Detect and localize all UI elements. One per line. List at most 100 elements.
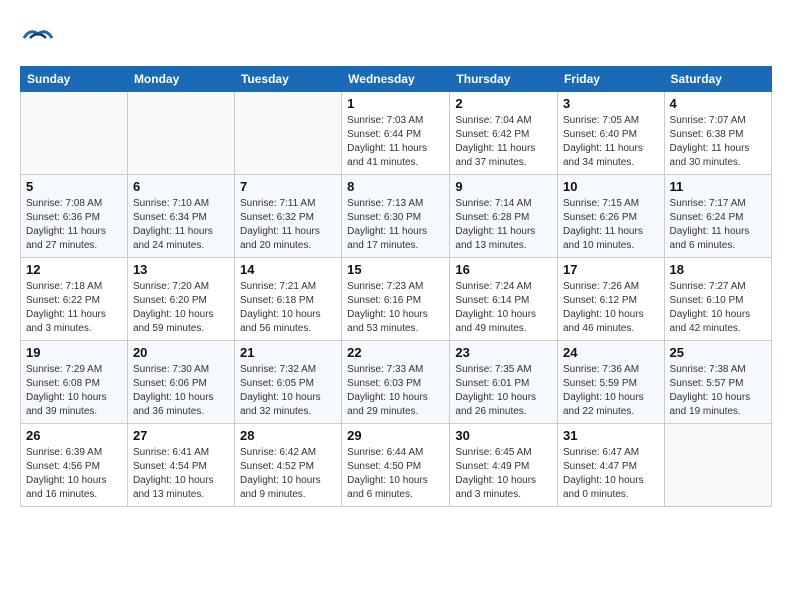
day-info: Sunrise: 7:38 AMSunset: 5:57 PMDaylight:… [670, 363, 766, 419]
day-info: Sunrise: 7:24 AMSunset: 6:14 PMDaylight:… [455, 280, 552, 336]
day-info: Sunrise: 7:27 AMSunset: 6:10 PMDaylight:… [670, 280, 766, 336]
day-number: 9 [455, 179, 552, 194]
day-number: 21 [240, 345, 336, 360]
day-number: 19 [26, 345, 122, 360]
day-info: Sunrise: 7:10 AMSunset: 6:34 PMDaylight:… [133, 197, 229, 253]
calendar-cell: 24 Sunrise: 7:36 AMSunset: 5:59 PMDayligh… [557, 341, 664, 424]
calendar-cell: 9 Sunrise: 7:14 AMSunset: 6:28 PMDaylight… [450, 175, 558, 258]
calendar-week-3: 12 Sunrise: 7:18 AMSunset: 6:22 PMDayligh… [21, 258, 772, 341]
weekday-header-thursday: Thursday [450, 67, 558, 92]
day-info: Sunrise: 7:32 AMSunset: 6:05 PMDaylight:… [240, 363, 336, 419]
day-number: 3 [563, 96, 659, 111]
day-info: Sunrise: 7:17 AMSunset: 6:24 PMDaylight:… [670, 197, 766, 253]
calendar-cell: 23 Sunrise: 7:35 AMSunset: 6:01 PMDayligh… [450, 341, 558, 424]
day-number: 30 [455, 428, 552, 443]
day-number: 10 [563, 179, 659, 194]
day-info: Sunrise: 7:14 AMSunset: 6:28 PMDaylight:… [455, 197, 552, 253]
calendar-table: SundayMondayTuesdayWednesdayThursdayFrid… [20, 66, 772, 507]
calendar-cell: 21 Sunrise: 7:32 AMSunset: 6:05 PMDayligh… [234, 341, 341, 424]
day-info: Sunrise: 6:45 AMSunset: 4:49 PMDaylight:… [455, 446, 552, 502]
calendar-cell [127, 92, 234, 175]
weekday-header-wednesday: Wednesday [342, 67, 450, 92]
calendar-cell: 17 Sunrise: 7:26 AMSunset: 6:12 PMDayligh… [557, 258, 664, 341]
weekday-header-monday: Monday [127, 67, 234, 92]
day-info: Sunrise: 7:30 AMSunset: 6:06 PMDaylight:… [133, 363, 229, 419]
day-info: Sunrise: 7:13 AMSunset: 6:30 PMDaylight:… [347, 197, 444, 253]
day-number: 29 [347, 428, 444, 443]
day-info: Sunrise: 6:41 AMSunset: 4:54 PMDaylight:… [133, 446, 229, 502]
calendar-cell [21, 92, 128, 175]
calendar-cell: 11Sunrise: 7:17 AMSunset: 6:24 PMDayligh… [664, 175, 771, 258]
calendar-cell: 18Sunrise: 7:27 AMSunset: 6:10 PMDayligh… [664, 258, 771, 341]
day-info: Sunrise: 7:33 AMSunset: 6:03 PMDaylight:… [347, 363, 444, 419]
weekday-header-tuesday: Tuesday [234, 67, 341, 92]
day-number: 23 [455, 345, 552, 360]
day-number: 26 [26, 428, 122, 443]
day-number: 31 [563, 428, 659, 443]
calendar-cell: 20 Sunrise: 7:30 AMSunset: 6:06 PMDayligh… [127, 341, 234, 424]
calendar-cell: 2 Sunrise: 7:04 AMSunset: 6:42 PMDaylight… [450, 92, 558, 175]
calendar-cell: 16 Sunrise: 7:24 AMSunset: 6:14 PMDayligh… [450, 258, 558, 341]
day-number: 28 [240, 428, 336, 443]
day-info: Sunrise: 7:03 AMSunset: 6:44 PMDaylight:… [347, 114, 444, 170]
day-info: Sunrise: 7:04 AMSunset: 6:42 PMDaylight:… [455, 114, 552, 170]
calendar-cell [664, 424, 771, 507]
calendar-cell: 12 Sunrise: 7:18 AMSunset: 6:22 PMDayligh… [21, 258, 128, 341]
calendar-week-2: 5 Sunrise: 7:08 AMSunset: 6:36 PMDaylight… [21, 175, 772, 258]
calendar-cell: 31 Sunrise: 6:47 AMSunset: 4:47 PMDayligh… [557, 424, 664, 507]
day-number: 4 [670, 96, 766, 111]
calendar-cell: 5 Sunrise: 7:08 AMSunset: 6:36 PMDaylight… [21, 175, 128, 258]
day-info: Sunrise: 7:15 AMSunset: 6:26 PMDaylight:… [563, 197, 659, 253]
day-number: 1 [347, 96, 444, 111]
calendar-cell: 19Sunrise: 7:29 AMSunset: 6:08 PMDayligh… [21, 341, 128, 424]
calendar-cell: 29Sunrise: 6:44 AMSunset: 4:50 PMDayligh… [342, 424, 450, 507]
calendar-cell: 22 Sunrise: 7:33 AMSunset: 6:03 PMDayligh… [342, 341, 450, 424]
day-number: 15 [347, 262, 444, 277]
calendar-cell: 25 Sunrise: 7:38 AMSunset: 5:57 PMDayligh… [664, 341, 771, 424]
calendar-cell: 14Sunrise: 7:21 AMSunset: 6:18 PMDayligh… [234, 258, 341, 341]
day-info: Sunrise: 7:08 AMSunset: 6:36 PMDaylight:… [26, 197, 122, 253]
calendar-cell [234, 92, 341, 175]
day-info: Sunrise: 7:07 AMSunset: 6:38 PMDaylight:… [670, 114, 766, 170]
day-info: Sunrise: 7:20 AMSunset: 6:20 PMDaylight:… [133, 280, 229, 336]
day-number: 25 [670, 345, 766, 360]
weekday-header-friday: Friday [557, 67, 664, 92]
day-info: Sunrise: 6:47 AMSunset: 4:47 PMDaylight:… [563, 446, 659, 502]
weekday-header-sunday: Sunday [21, 67, 128, 92]
day-number: 16 [455, 262, 552, 277]
day-info: Sunrise: 6:39 AMSunset: 4:56 PMDaylight:… [26, 446, 122, 502]
day-info: Sunrise: 7:35 AMSunset: 6:01 PMDaylight:… [455, 363, 552, 419]
day-number: 17 [563, 262, 659, 277]
day-info: Sunrise: 7:18 AMSunset: 6:22 PMDaylight:… [26, 280, 122, 336]
day-number: 20 [133, 345, 229, 360]
weekday-header-saturday: Saturday [664, 67, 771, 92]
calendar-week-1: 1 Sunrise: 7:03 AMSunset: 6:44 PMDaylight… [21, 92, 772, 175]
logo [20, 20, 60, 56]
calendar-cell: 7 Sunrise: 7:11 AMSunset: 6:32 PMDaylight… [234, 175, 341, 258]
day-number: 6 [133, 179, 229, 194]
day-info: Sunrise: 7:26 AMSunset: 6:12 PMDaylight:… [563, 280, 659, 336]
calendar-cell: 3Sunrise: 7:05 AMSunset: 6:40 PMDaylight… [557, 92, 664, 175]
day-number: 12 [26, 262, 122, 277]
day-number: 27 [133, 428, 229, 443]
day-number: 5 [26, 179, 122, 194]
calendar-cell: 15 Sunrise: 7:23 AMSunset: 6:16 PMDayligh… [342, 258, 450, 341]
day-info: Sunrise: 7:11 AMSunset: 6:32 PMDaylight:… [240, 197, 336, 253]
calendar-cell: 13 Sunrise: 7:20 AMSunset: 6:20 PMDayligh… [127, 258, 234, 341]
day-number: 24 [563, 345, 659, 360]
calendar-cell: 30 Sunrise: 6:45 AMSunset: 4:49 PMDayligh… [450, 424, 558, 507]
day-number: 13 [133, 262, 229, 277]
day-number: 7 [240, 179, 336, 194]
day-info: Sunrise: 7:23 AMSunset: 6:16 PMDaylight:… [347, 280, 444, 336]
logo-icon [20, 20, 56, 56]
calendar-week-5: 26 Sunrise: 6:39 AMSunset: 4:56 PMDayligh… [21, 424, 772, 507]
day-info: Sunrise: 7:36 AMSunset: 5:59 PMDaylight:… [563, 363, 659, 419]
calendar-cell: 10 Sunrise: 7:15 AMSunset: 6:26 PMDayligh… [557, 175, 664, 258]
day-number: 2 [455, 96, 552, 111]
calendar-cell: 6 Sunrise: 7:10 AMSunset: 6:34 PMDaylight… [127, 175, 234, 258]
day-number: 22 [347, 345, 444, 360]
day-info: Sunrise: 6:42 AMSunset: 4:52 PMDaylight:… [240, 446, 336, 502]
calendar-cell: 27 Sunrise: 6:41 AMSunset: 4:54 PMDayligh… [127, 424, 234, 507]
day-number: 14 [240, 262, 336, 277]
weekday-header-row: SundayMondayTuesdayWednesdayThursdayFrid… [21, 67, 772, 92]
